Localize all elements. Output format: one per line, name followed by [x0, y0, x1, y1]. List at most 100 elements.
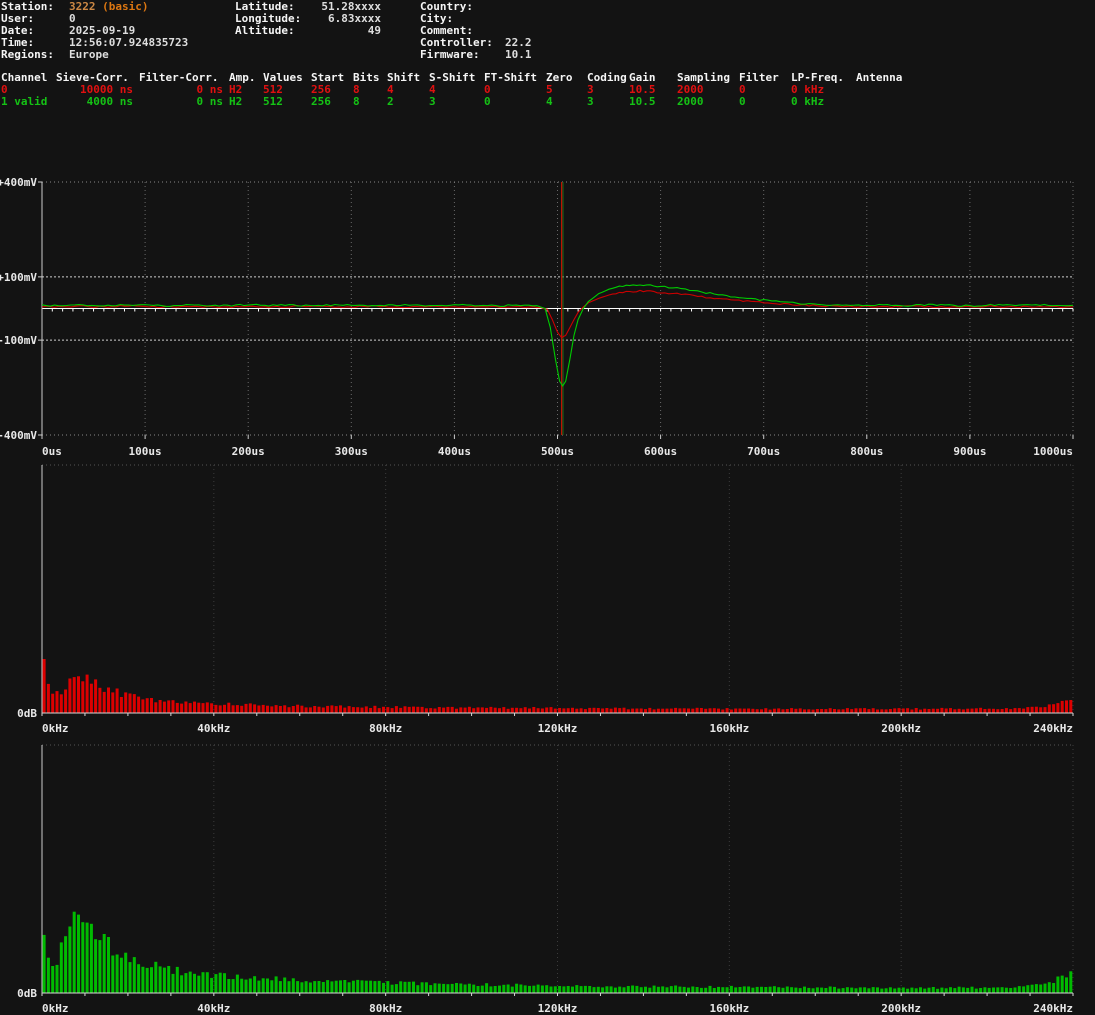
info-label: Firmware: — [420, 49, 505, 61]
spectrum-bar — [1039, 707, 1042, 713]
spectrum-bar — [253, 976, 256, 993]
spectrum-bar — [545, 985, 548, 993]
channel-cell: 4 — [546, 96, 587, 108]
spectrum-bar — [803, 987, 806, 993]
spectrum-bar — [730, 710, 733, 714]
spectrum-bar — [786, 709, 789, 713]
spectrum-bar — [790, 708, 793, 713]
spectrum-bar — [378, 981, 381, 993]
x-tick-label: 120kHz — [538, 722, 578, 735]
spectrum-bar — [1001, 987, 1004, 993]
spectrum-bar — [953, 709, 956, 713]
spectrum-bar — [734, 987, 737, 993]
spectrum-bar — [150, 967, 153, 993]
info-label: Altitude: — [235, 25, 303, 37]
info-value: Europe — [69, 48, 109, 61]
spectrum-bar — [816, 709, 819, 713]
spectrum-bar — [47, 958, 50, 993]
spectrum-bar — [223, 705, 226, 713]
spectrum-bar — [107, 937, 110, 993]
spectrum-bar — [318, 981, 321, 993]
spectrum-bar — [309, 983, 312, 994]
spectrum-bar — [257, 981, 260, 993]
spectrum-bar — [1065, 700, 1068, 713]
spectrum-bar — [850, 988, 853, 993]
spectrum-bar — [537, 708, 540, 713]
spectrum-bar — [786, 987, 789, 994]
spectrum-bar — [442, 708, 445, 713]
y-tick-label: -100mV — [0, 334, 37, 347]
spectrum-bar — [833, 709, 836, 713]
spectrum-bar — [575, 985, 578, 993]
spectrum-bar — [47, 684, 50, 713]
x-tick-label: 1000us — [1033, 445, 1073, 458]
spectrum-bar — [425, 982, 428, 993]
spectrum-bar — [472, 985, 475, 993]
spectrum-bar — [378, 708, 381, 713]
spectrum-bar — [524, 707, 527, 713]
spectrum-bar — [648, 708, 651, 713]
spectrum-bar — [1044, 984, 1047, 993]
spectrum-bar — [554, 709, 557, 713]
spectrum-bar — [446, 984, 449, 993]
spectrum-bar — [945, 709, 948, 714]
spectrum-bar — [915, 988, 918, 993]
channel-cell: 256 — [311, 96, 353, 108]
spectrum-bar — [322, 708, 325, 714]
spectrum-bar — [434, 709, 437, 714]
spectrum-bar — [846, 987, 849, 993]
spectrum-bar — [975, 708, 978, 713]
spectrum-bar — [932, 987, 935, 993]
spectrum-bar — [519, 708, 522, 713]
spectrum-bar — [103, 934, 106, 993]
spectrum-bar — [262, 978, 265, 993]
spectrum-bar — [1001, 709, 1004, 713]
spectrum-bar — [172, 700, 175, 713]
spectrum-bar — [300, 982, 303, 993]
spectrum-bar — [807, 988, 810, 993]
spectrum-bar — [86, 923, 89, 993]
spectrum-bar — [1039, 985, 1042, 994]
column-header: S-Shift — [429, 72, 484, 84]
spectrum-bar — [438, 707, 441, 713]
channel-0-row: 010000 ns0 nsH251225684405310.5200000 kH… — [1, 84, 981, 96]
spectrum-bar — [631, 986, 634, 994]
spectrum-bar — [382, 707, 385, 713]
channel-cell — [856, 84, 921, 96]
spectrum-bar — [365, 981, 368, 993]
spectrum-bar — [335, 981, 338, 993]
spectrum-bar — [803, 709, 806, 713]
spectrum-bar — [472, 708, 475, 713]
spectrum-bar — [1009, 988, 1012, 993]
spectrum-bar — [829, 708, 832, 713]
spectrum-bar — [958, 709, 961, 713]
spectrum-bar — [245, 980, 248, 993]
spectrum-bar — [129, 962, 132, 993]
spectrum-bar — [743, 986, 746, 993]
spectrum-bar — [292, 706, 295, 713]
spectrum-bar — [262, 705, 265, 713]
spectrum-bar — [313, 981, 316, 993]
spectrum-bar — [910, 710, 913, 714]
spectrum-bar — [305, 707, 308, 713]
spectrum-bar — [322, 982, 325, 993]
spectrum-bar — [197, 703, 200, 713]
column-header: FT-Shift — [484, 72, 546, 84]
spectrum-bar — [494, 986, 497, 993]
spectrum-bar — [648, 988, 651, 993]
spectrum-bar — [971, 709, 974, 713]
spectrum-bar — [172, 974, 175, 993]
channel-cell: H2 — [229, 96, 263, 108]
ydb-label: 0dB — [17, 707, 37, 720]
spectrum-bar — [528, 986, 531, 993]
spectrum-bar — [361, 980, 364, 993]
spectrum-bar — [940, 988, 943, 993]
spectrum-bar — [124, 953, 127, 993]
spectrum-bar — [1018, 986, 1021, 993]
spectrum-bar — [631, 709, 634, 713]
spectrum-bar — [859, 708, 862, 713]
spectrum-bar — [68, 927, 71, 994]
spectrum-bar — [885, 709, 888, 713]
channel-cell — [856, 96, 921, 108]
spectrum-bar — [601, 987, 604, 993]
